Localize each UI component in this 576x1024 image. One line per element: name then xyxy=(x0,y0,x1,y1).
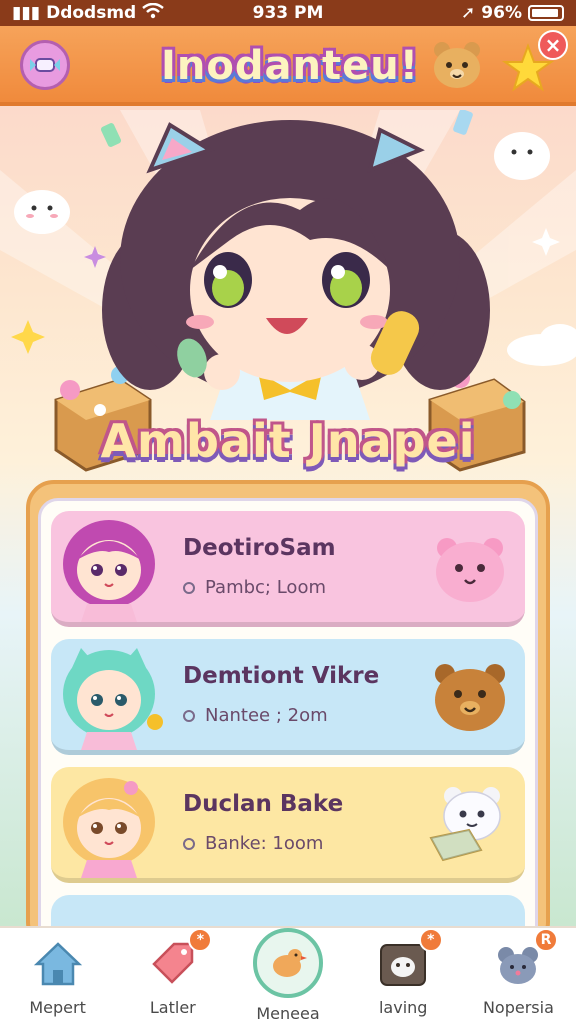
app-header: Inodanteu! × xyxy=(0,26,576,106)
item-subtitle: Pambc; Loom xyxy=(205,577,326,598)
character-list-frame: DeotiroSam Pambc; Loom Demtiont Vikre Na… xyxy=(26,480,550,950)
pink-bear-icon[interactable] xyxy=(427,524,513,610)
chicken-icon xyxy=(253,928,323,998)
tab-label: Latler xyxy=(149,998,196,1017)
item-title: Duclan Bake xyxy=(183,791,344,817)
time-icon xyxy=(183,837,195,850)
status-time: 933 PM xyxy=(252,3,324,23)
tab-nopersia[interactable]: R Nopersia xyxy=(461,928,576,1024)
bear-icon xyxy=(434,42,480,88)
list-item[interactable]: Demtiont Vikre Nantee ; 2om xyxy=(51,639,525,755)
menu-button[interactable] xyxy=(20,40,70,90)
chibi-girl xyxy=(102,120,490,420)
item-title: DeotiroSam xyxy=(183,535,336,561)
tab-label: Mepert xyxy=(29,998,86,1017)
item-subtitle: Nantee ; 2om xyxy=(205,705,328,726)
character-list: DeotiroSam Pambc; Loom Demtiont Vikre Na… xyxy=(38,498,538,946)
item-subtitle: Banke: 1oom xyxy=(205,833,324,854)
signal-icon: ▮▮▮ xyxy=(12,3,41,23)
avatar-teal-hair xyxy=(63,647,163,750)
tab-label: Meneea xyxy=(256,1004,320,1023)
tab-label: Nopersia xyxy=(482,998,554,1017)
notification-badge: * xyxy=(188,928,213,952)
tab-bar: Mepert * Latler Meneea * laving R Nopers… xyxy=(0,926,576,1024)
notification-badge: R xyxy=(534,928,559,952)
wifi-icon xyxy=(142,2,164,24)
tab-latler[interactable]: * Latler xyxy=(115,928,230,1024)
brown-bear-icon[interactable] xyxy=(427,652,513,738)
battery-percent: 96% xyxy=(481,3,522,23)
status-bar: ▮▮▮ Ddodsmd 933 PM ➚ 96% xyxy=(0,0,576,26)
tab-laving[interactable]: * laving xyxy=(346,928,461,1024)
app-title: Inodanteu! xyxy=(161,43,419,89)
avatar-pink-hair xyxy=(63,519,155,622)
tab-meneea[interactable]: Meneea xyxy=(230,928,345,1024)
white-bear-icon[interactable] xyxy=(427,780,513,866)
notification-badge: * xyxy=(418,928,443,952)
location-arrow-icon: ➚ xyxy=(461,3,476,23)
carrier-name: Ddodsmd xyxy=(46,3,137,23)
cloud-ghost-left xyxy=(14,190,70,234)
avatar-blonde-hair xyxy=(63,777,155,878)
banner-title: Ambait Jnapei xyxy=(100,414,476,468)
list-item[interactable]: Duclan Bake Banke: 1oom xyxy=(51,767,525,883)
tab-label: laving xyxy=(378,998,428,1017)
close-button[interactable]: × xyxy=(538,30,568,60)
time-icon xyxy=(183,581,195,594)
house-icon xyxy=(30,936,86,992)
list-item[interactable]: DeotiroSam Pambc; Loom xyxy=(51,511,525,627)
candy-icon xyxy=(30,58,60,72)
tab-home[interactable]: Mepert xyxy=(0,928,115,1024)
item-title: Demtiont Vikre xyxy=(183,663,380,689)
battery-icon xyxy=(528,5,564,21)
bear-profile-button[interactable] xyxy=(428,36,486,94)
time-icon xyxy=(183,709,195,722)
